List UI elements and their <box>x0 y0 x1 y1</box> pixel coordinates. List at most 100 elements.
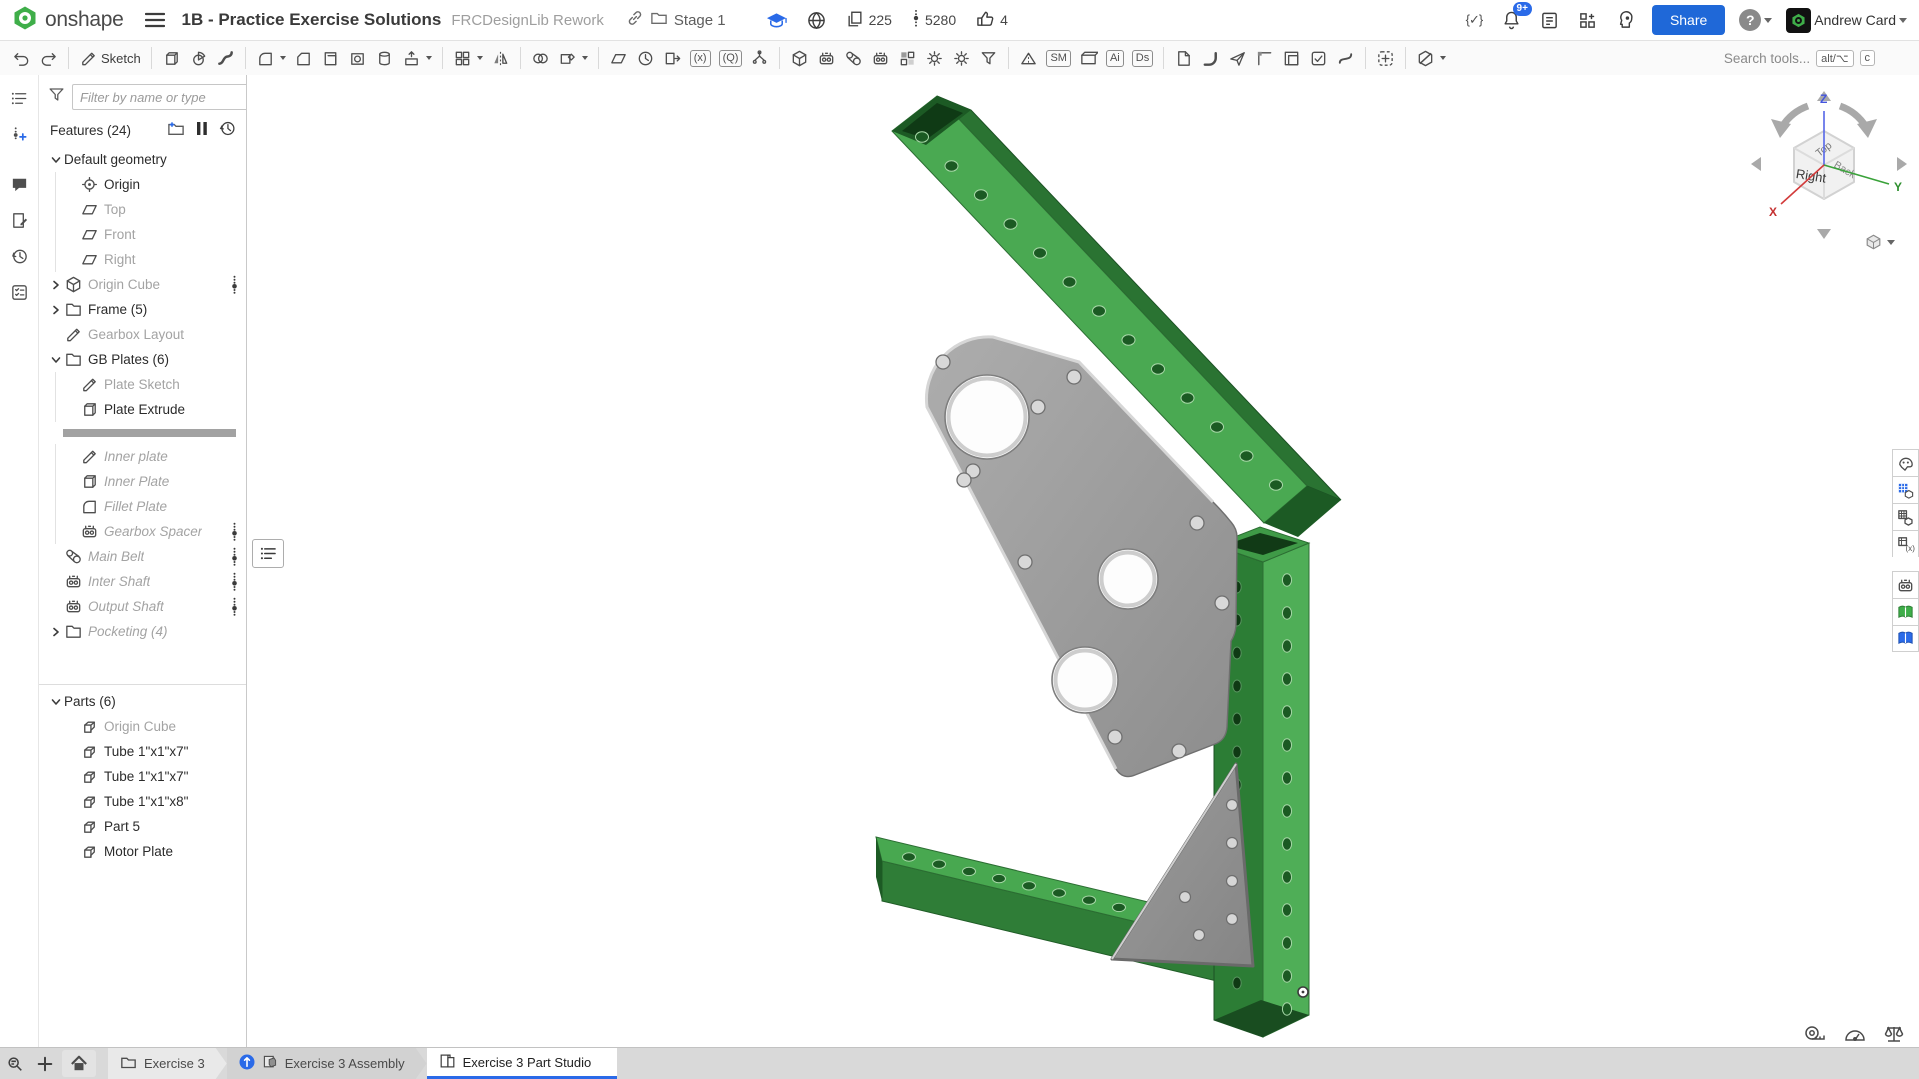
tree-row-fillet-plate[interactable]: Fillet Plate <box>39 494 246 519</box>
onshape-logo[interactable]: onshape <box>12 5 123 36</box>
plane-tool-button[interactable] <box>605 46 632 71</box>
validate-doc-tool-button[interactable] <box>1305 46 1332 71</box>
tree-row-part-5[interactable]: Part 5 <box>39 814 246 839</box>
tree-row-gearbox-spacer[interactable]: Gearbox Spacer <box>39 519 246 544</box>
notifications-button[interactable]: 9+ <box>1500 8 1524 32</box>
sheet-panel-tool-button[interactable] <box>1075 46 1102 71</box>
rollback-end-icon[interactable] <box>219 120 236 140</box>
tab-exercise-3[interactable]: Exercise 3 <box>108 1048 227 1079</box>
variables-panel-button[interactable]: (x) <box>1892 530 1919 557</box>
caret-right-icon[interactable] <box>48 280 64 290</box>
documentation-panel-button[interactable] <box>1892 625 1919 652</box>
ai-helper-tool-button[interactable]: Ai <box>1102 47 1128 70</box>
draft-tool-button[interactable] <box>398 46 436 71</box>
tree-row-main-belt[interactable]: Main Belt <box>39 544 246 569</box>
drag-handle-icon[interactable] <box>231 275 238 294</box>
drag-handle-icon[interactable] <box>231 572 238 591</box>
fillet-tool-button[interactable] <box>252 46 290 71</box>
feature-settings-tool-button[interactable] <box>948 46 975 71</box>
chamfer-tool-button[interactable] <box>290 46 317 71</box>
featurescript-check-button[interactable]: {✓} <box>1462 8 1486 32</box>
split-tool-button[interactable] <box>554 46 592 71</box>
paper-sketch-tool-button[interactable] <box>1170 46 1197 71</box>
likes-stat[interactable]: 4 <box>976 10 1008 31</box>
feature-filter-tool-button[interactable] <box>975 46 1002 71</box>
protractor-button[interactable] <box>1843 1024 1867 1044</box>
3d-model[interactable] <box>247 75 1919 1048</box>
comments-button[interactable] <box>4 169 34 199</box>
section-view-tool-button[interactable] <box>1412 46 1450 71</box>
origin-marker[interactable] <box>1298 987 1308 997</box>
caret-down-icon[interactable] <box>48 155 64 165</box>
tree-row-origin[interactable]: Origin <box>39 172 246 197</box>
education-badge[interactable] <box>766 11 787 29</box>
tree-row-front[interactable]: Front <box>39 222 246 247</box>
sketch-tool-button[interactable]: Sketch <box>75 46 145 71</box>
tree-row-parts-6[interactable]: Parts (6) <box>39 689 246 714</box>
tree-row-motor-plate[interactable]: Motor Plate <box>39 839 246 864</box>
tree-row-gb-plates-6[interactable]: GB Plates (6) <box>39 347 246 372</box>
filter-input[interactable] <box>72 84 247 110</box>
tree-row-inner-plate[interactable]: Inner Plate <box>39 469 246 494</box>
user-menu-button[interactable]: Andrew Card <box>1786 8 1907 33</box>
tree-row-origin-cube[interactable]: Origin Cube <box>39 272 246 297</box>
learning-center-button[interactable] <box>1614 8 1638 32</box>
tasks-button[interactable] <box>1538 8 1562 32</box>
tree-row-default-geometry[interactable]: Default geometry <box>39 147 246 172</box>
references-stat[interactable]: 5280 <box>912 9 956 31</box>
sheet-metal-tool-button[interactable] <box>1015 46 1042 71</box>
design-studio-tool-button[interactable]: Ds <box>1128 47 1157 70</box>
tree-row-plate-sketch[interactable]: Plate Sketch <box>39 372 246 397</box>
helix-tool-button[interactable] <box>632 46 659 71</box>
mkcad-insert-tool-button[interactable] <box>813 46 840 71</box>
boolean-tool-button[interactable] <box>527 46 554 71</box>
undo-tool-button[interactable] <box>8 46 35 71</box>
sm-flat-tool-button[interactable]: SM <box>1042 47 1075 70</box>
caret-down-icon[interactable] <box>48 697 64 707</box>
tab-search-button[interactable] <box>0 1048 30 1079</box>
variable-tool-button[interactable]: (x) <box>686 47 715 70</box>
explode-lines-tool-button[interactable] <box>746 46 773 71</box>
gusset-plate-part[interactable] <box>1112 764 1253 966</box>
frame-profile-tool-button[interactable] <box>1278 46 1305 71</box>
insert-reference-tool-button[interactable] <box>1372 46 1399 71</box>
lookup-tool-button[interactable]: (Q) <box>715 47 747 70</box>
hole-tool-button[interactable] <box>344 46 371 71</box>
redo-tool-button[interactable] <box>35 46 62 71</box>
tree-row-frame-5[interactable]: Frame (5) <box>39 297 246 322</box>
tree-row-pocketing-4[interactable]: Pocketing (4) <box>39 619 246 644</box>
view-cube[interactable]: Right Top Back Z Y X <box>1749 87 1909 247</box>
mirror-tool-button[interactable] <box>487 46 514 71</box>
tree-row-gearbox-layout[interactable]: Gearbox Layout <box>39 322 246 347</box>
gear-generator-tool-button[interactable] <box>867 46 894 71</box>
caret-down-icon[interactable] <box>48 355 64 365</box>
custom-features-panel-button[interactable] <box>1892 571 1919 598</box>
view-options-button[interactable] <box>1864 233 1895 251</box>
drag-handle-icon[interactable] <box>231 597 238 616</box>
main-menu-button[interactable] <box>145 12 165 28</box>
standard-content-panel-button[interactable] <box>1892 598 1919 625</box>
insert-item-button[interactable] <box>4 119 34 149</box>
bend-tool-button[interactable] <box>1197 46 1224 71</box>
checklist-button[interactable] <box>4 277 34 307</box>
belt-calculator-tool-button[interactable] <box>840 46 867 71</box>
caret-right-icon[interactable] <box>48 627 64 637</box>
primitive-tool-button[interactable] <box>786 46 813 71</box>
tab-exercise-3-part-studio[interactable]: Exercise 3 Part Studio <box>427 1048 618 1079</box>
tree-row-tube-1-x1-x7[interactable]: Tube 1"x1"x7" <box>39 739 246 764</box>
send-part-tool-button[interactable] <box>1224 46 1251 71</box>
extrude-tool-button[interactable] <box>158 46 185 71</box>
copies-stat[interactable]: 225 <box>846 10 892 31</box>
tab-exercise-3-assembly[interactable]: Exercise 3 Assembly <box>227 1048 427 1079</box>
tree-row-top[interactable]: Top <box>39 197 246 222</box>
suppress-pause-icon[interactable] <box>196 121 208 139</box>
rotate-left-arrow[interactable] <box>1751 157 1761 171</box>
tree-row-inter-shaft[interactable]: Inter Shaft <box>39 569 246 594</box>
graphics-area[interactable]: Right Top Back Z Y X (x) <box>247 75 1919 1048</box>
linear-pattern-tool-button[interactable] <box>449 46 487 71</box>
rollback-bar[interactable] <box>63 429 236 437</box>
mass-properties-button[interactable] <box>1883 1024 1905 1044</box>
workspace-row[interactable]: Stage 1 <box>626 9 726 31</box>
history-button[interactable] <box>4 241 34 271</box>
rib-tool-button[interactable] <box>371 46 398 71</box>
